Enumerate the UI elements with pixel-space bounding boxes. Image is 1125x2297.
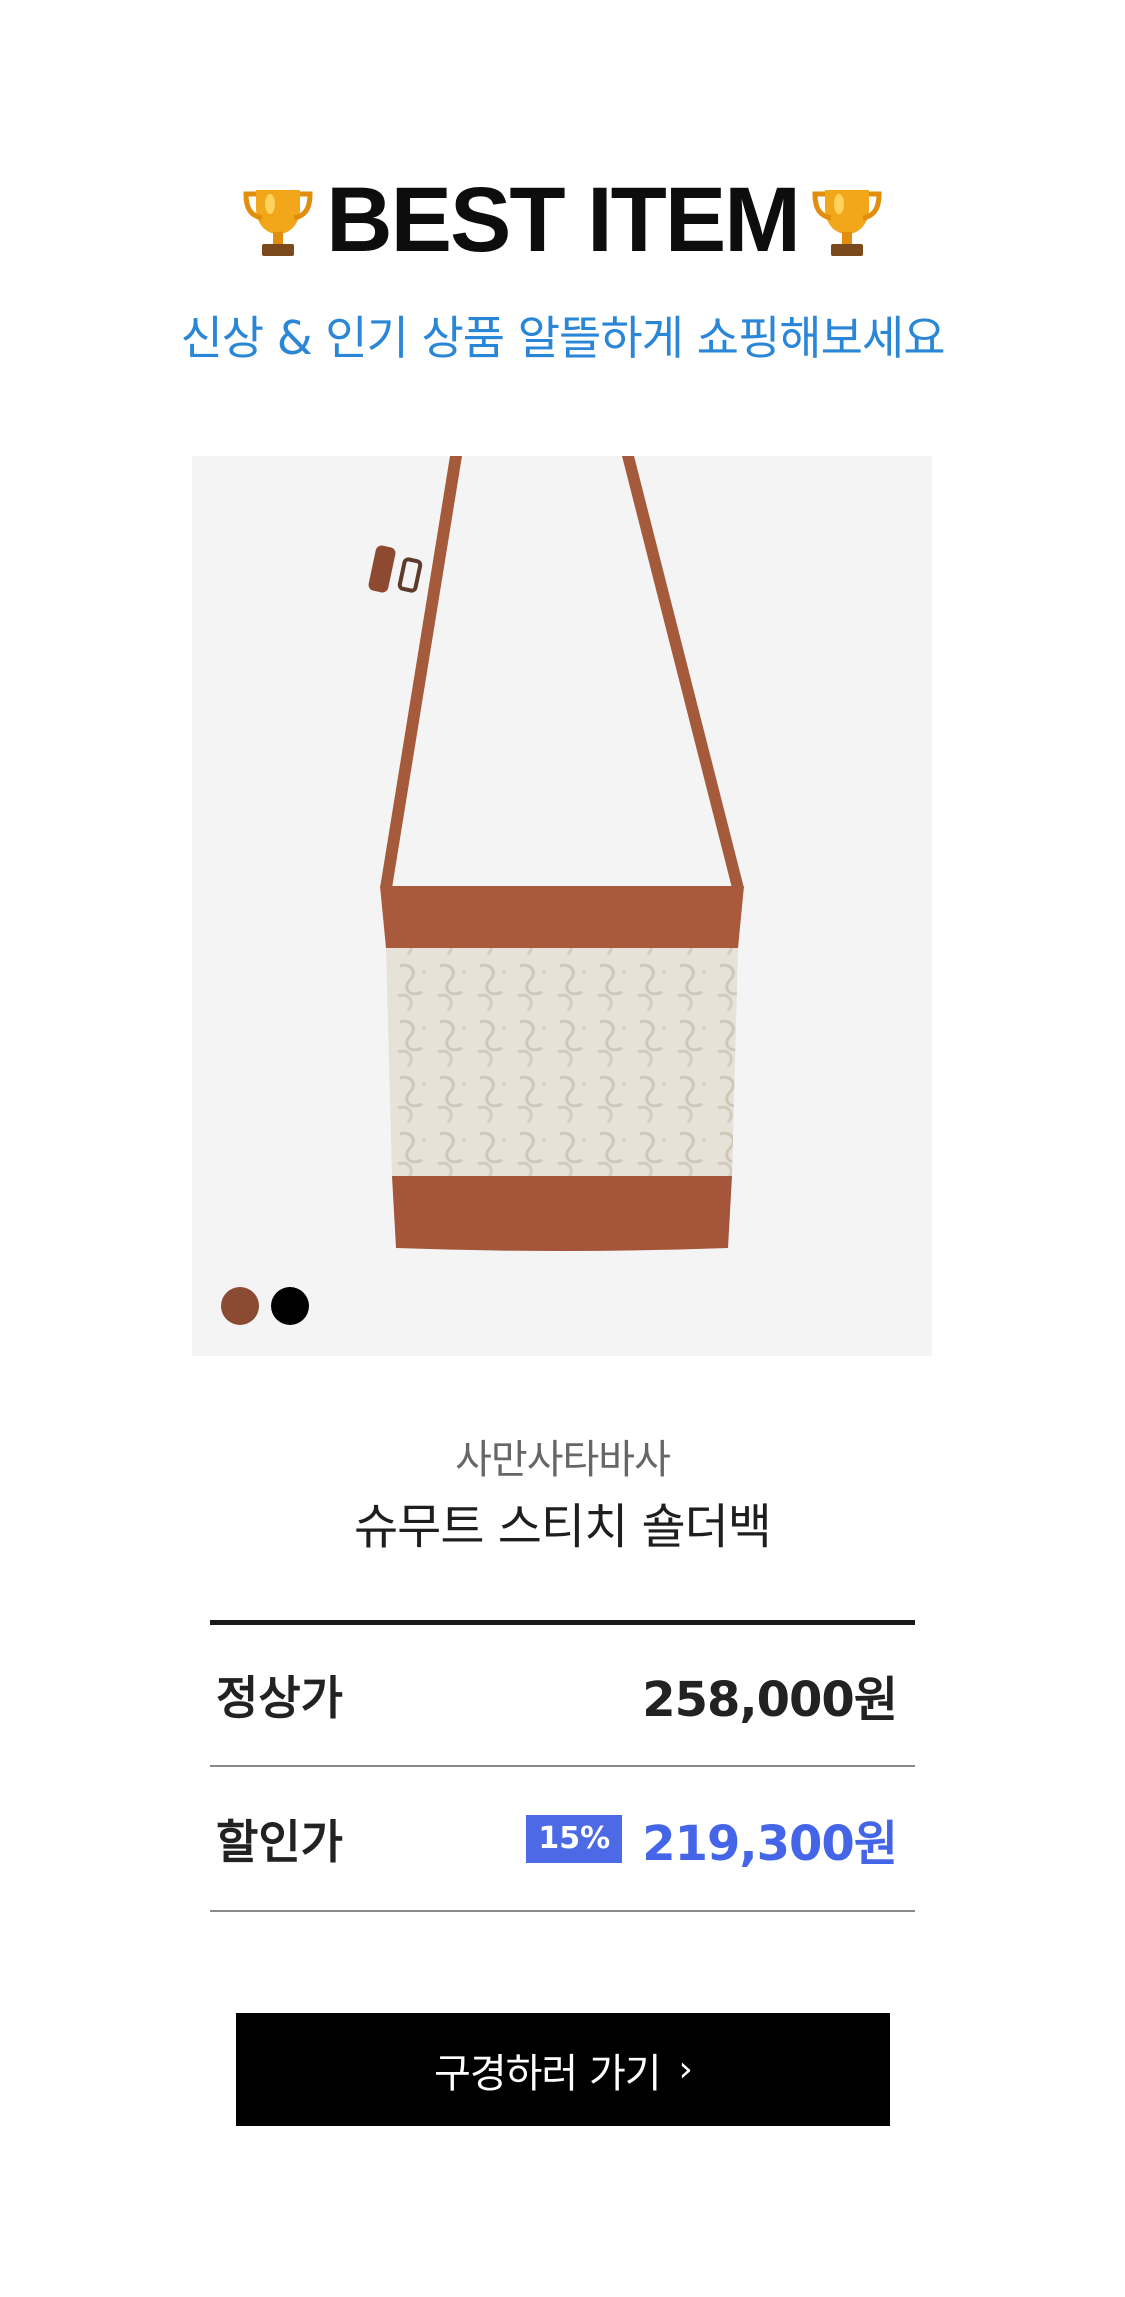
product-brand: 사만사타바사 bbox=[455, 1437, 671, 1483]
trophy-icon bbox=[811, 180, 883, 260]
page-title: BEST ITEM bbox=[326, 169, 801, 271]
color-swatch-black bbox=[271, 1287, 309, 1325]
best-item-header: BEST ITEM bbox=[0, 160, 1125, 280]
sale-price-group: 15% 219,300원 bbox=[526, 1804, 915, 1874]
sale-price-label: 할인가 bbox=[216, 1814, 343, 1869]
shoulder-bag-illustration bbox=[221, 456, 744, 1325]
regular-price-label: 정상가 bbox=[216, 1671, 343, 1725]
discount-badge: 15% bbox=[526, 1814, 623, 1863]
trophy-icon bbox=[242, 180, 314, 260]
chevron-right-icon: › bbox=[678, 2049, 693, 2090]
product-name[interactable]: 슈무트 스티치 숄더백 bbox=[0, 1487, 1125, 1557]
page-subtitle: 신상 & 인기 상품 알뜰하게 쇼핑해보세요 bbox=[180, 311, 945, 365]
sale-price-value: 219,300원 bbox=[642, 1815, 898, 1872]
browse-button[interactable]: 구경하러 가기 › bbox=[236, 2013, 890, 2126]
browse-button-label: 구경하러 가기 bbox=[434, 2050, 662, 2097]
regular-price-value: 258,000원 bbox=[642, 1672, 898, 1728]
regular-price-row: 정상가 258,000원 bbox=[210, 1625, 915, 1767]
product-image[interactable] bbox=[192, 456, 932, 1356]
sale-price-row: 할인가 15% 219,300원 bbox=[210, 1767, 915, 1912]
color-swatch-brown bbox=[221, 1287, 259, 1325]
